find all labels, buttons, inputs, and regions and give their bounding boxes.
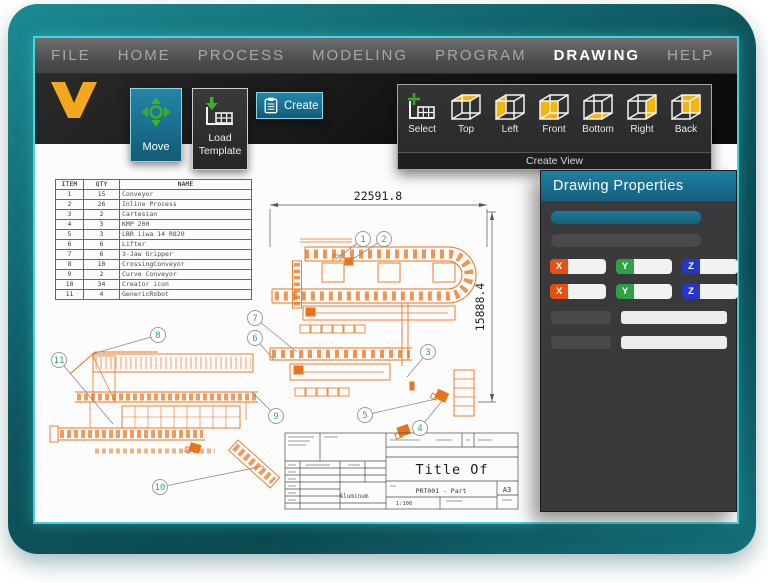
properties-dropdown-field[interactable] [551,234,701,247]
move-icon [140,96,172,128]
menu-item-process[interactable]: PROCESS [198,47,285,64]
axis-input-z[interactable]: Z [682,259,738,274]
view-button-left[interactable]: Left [488,89,532,152]
svg-text:2: 2 [381,235,386,245]
menu-item-home[interactable]: HOME [118,47,171,64]
menu-item-modeling[interactable]: MODELING [312,47,408,64]
create-clipboard-icon [264,97,278,114]
svg-text:8: 8 [155,331,160,341]
axis-value-y[interactable] [634,284,672,299]
dimension-horizontal-value: 22591.8 [354,189,403,203]
menu-item-drawing[interactable]: DRAWING [554,47,641,64]
svg-text:6: 6 [252,334,257,344]
axis-key-y: Y [616,284,634,299]
menu-item-help[interactable]: HELP [667,47,714,64]
view-button-back[interactable]: Back [664,89,708,152]
properties-selected-field[interactable] [551,211,701,224]
axis-key-x: X [550,284,568,299]
select-view-cube-icon [405,92,439,122]
menu-item-file[interactable]: FILE [51,47,91,64]
axis-input-x[interactable]: X [550,259,606,274]
properties-input-2[interactable] [621,336,727,349]
title-block: Title Of PRT001 - Part A3 Aluminum 1:100 [285,433,518,509]
move-button[interactable]: Move [130,88,182,162]
axis-input-x[interactable]: X [550,284,606,299]
axis-value-z[interactable] [700,284,738,299]
drawing-properties-title: Drawing Properties [541,171,736,201]
axis-key-y: Y [616,259,634,274]
axis-input-row-1: X Y Z [550,259,738,274]
title-block-part-name: PRT001 - Part [416,487,467,495]
title-block-title: Title Of [415,462,488,478]
axis-value-y[interactable] [634,259,672,274]
load-template-button[interactable]: Load Template [192,88,248,170]
create-view-group: SelectTopLeftFrontBottomRightBack Create… [397,84,712,170]
front-view-cube-icon [537,92,571,122]
svg-text:3: 3 [425,348,430,358]
create-button[interactable]: Create [256,92,323,119]
axis-key-z: Z [682,259,700,274]
view-button-right[interactable]: Right [620,89,664,152]
title-block-material: Aluminum [340,493,369,500]
view-button-select[interactable]: Select [400,89,444,152]
load-template-icon [203,96,237,128]
title-block-scale: 1:100 [396,501,413,507]
svg-text:1: 1 [360,235,365,245]
back-view-cube-icon [669,92,703,122]
elevation-view-drawing [50,352,280,488]
bottom-view-cube-icon [581,92,615,122]
create-view-caption: Create View [398,152,711,169]
svg-text:11: 11 [54,356,65,366]
logo-v-icon [51,82,97,118]
create-button-label: Create [284,100,319,112]
title-block-sheet-size: A3 [503,486,511,494]
menu-bar: FILE HOME PROCESS MODELING PROGRAM DRAWING HEL… [35,38,737,74]
app-window: FILE HOME PROCESS MODELING PROGRAM DRAWING HEL… [35,38,737,522]
axis-key-x: X [550,259,568,274]
dimension-vertical-value: 15888.4 [473,283,487,332]
axis-value-x[interactable] [568,259,606,274]
properties-input-1[interactable] [621,311,727,324]
axis-input-z[interactable]: Z [682,284,738,299]
axis-value-x[interactable] [568,284,606,299]
drawing-properties-panel: Drawing Properties X Y Z X Y Z [540,170,737,512]
svg-text:5: 5 [362,411,367,421]
menu-item-program[interactable]: PROGRAM [435,47,527,64]
properties-field-label-2 [551,336,611,349]
create-view-buttons: SelectTopLeftFrontBottomRightBack [398,85,711,152]
load-template-button-label: Load Template [195,132,245,158]
move-button-label: Move [143,141,170,153]
view-button-bottom[interactable]: Bottom [576,89,620,152]
axis-input-row-2: X Y Z [550,284,738,299]
axis-value-z[interactable] [700,259,738,274]
svg-text:9: 9 [273,412,278,422]
screenshot-stage: FILE HOME PROCESS MODELING PROGRAM DRAWING HEL… [0,0,768,583]
axis-input-y[interactable]: Y [616,259,672,274]
properties-field-label-1 [551,311,611,324]
axis-input-y[interactable]: Y [616,284,672,299]
view-button-top[interactable]: Top [444,89,488,152]
svg-text:4: 4 [417,424,422,434]
right-view-cube-icon [625,92,659,122]
view-button-front[interactable]: Front [532,89,576,152]
top-view-cube-icon [449,92,483,122]
svg-text:7: 7 [252,314,257,324]
svg-text:10: 10 [155,483,166,493]
left-view-cube-icon [493,92,527,122]
axis-key-z: Z [682,284,700,299]
